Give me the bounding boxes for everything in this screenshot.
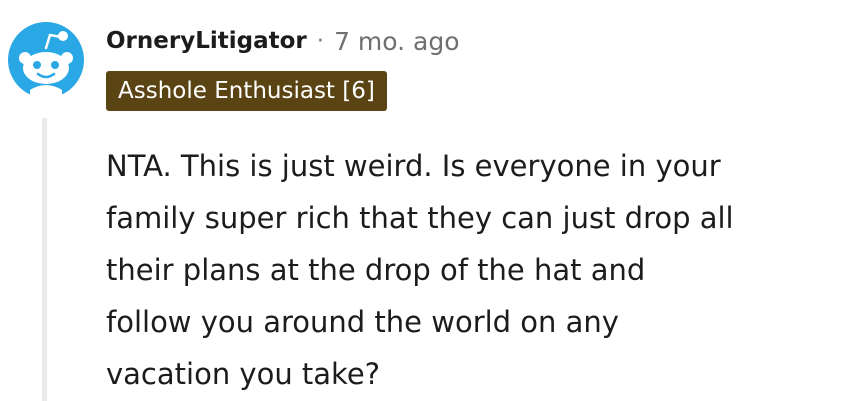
user-flair-badge: Asshole Enthusiast [6] (106, 71, 387, 111)
comment-body-line: their plans at the drop of the hat and (106, 253, 646, 287)
thread-line[interactable] (42, 118, 47, 401)
author-username[interactable]: OrneryLitigator (106, 28, 307, 54)
comment-timestamp[interactable]: 7 mo. ago (334, 27, 459, 56)
meta-separator: · (316, 28, 325, 54)
comment-header: OrneryLitigator · 7 mo. ago (106, 24, 460, 58)
comment: OrneryLitigator · 7 mo. ago Asshole Enth… (0, 0, 843, 401)
comment-body-line: follow you around the world on any (106, 305, 619, 339)
comment-body-line: vacation you take? (106, 357, 381, 391)
comment-body-line: NTA. This is just weird. Is everyone in … (106, 149, 721, 183)
snoo-avatar-icon[interactable] (8, 22, 84, 98)
comment-body-line: family super rich that they can just dro… (106, 201, 734, 235)
comment-body: NTA. This is just weird. Is everyone in … (106, 140, 826, 400)
